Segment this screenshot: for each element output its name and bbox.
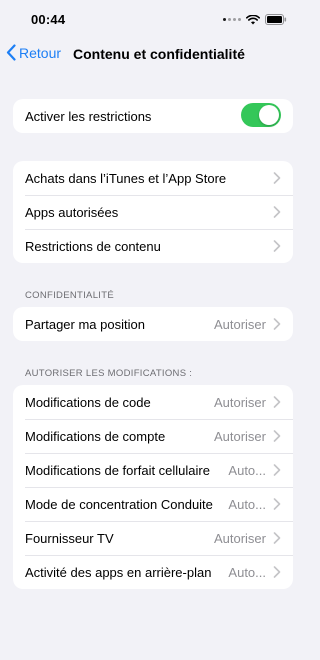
status-time: 00:44 (31, 12, 66, 27)
list-item-label: Partager ma position (25, 316, 145, 332)
navigation-bar: Retour Contenu et confidentialité (0, 38, 305, 70)
chevron-right-icon (273, 206, 281, 218)
chevron-right-icon (273, 172, 281, 184)
list-item-label: Mode de concentration Conduite (25, 496, 213, 512)
privacy-section-header: CONFIDENTIALITÉ (25, 290, 114, 301)
back-button[interactable]: Retour (6, 44, 61, 61)
list-item-passcode-changes[interactable]: Modifications de code Autoriser (13, 385, 293, 419)
signal-dots-icon (223, 18, 241, 21)
chevron-right-icon (273, 464, 281, 476)
privacy-group: Partager ma position Autoriser (13, 307, 293, 341)
chevron-right-icon (273, 396, 281, 408)
list-item-label: Modifications de code (25, 394, 151, 410)
list-item-value: Auto... (228, 496, 266, 512)
list-item-label: Fournisseur TV (25, 530, 114, 546)
list-item-account-changes[interactable]: Modifications de compte Autoriser (13, 419, 293, 453)
toggle-knob (259, 105, 279, 125)
chevron-right-icon (273, 318, 281, 330)
changes-group: Modifications de code Autoriser Modifica… (13, 385, 293, 589)
status-bar: 00:44 (0, 0, 305, 38)
chevron-right-icon (273, 566, 281, 578)
status-icons (223, 14, 287, 25)
restrictions-toggle[interactable] (241, 103, 281, 127)
list-item-label: Apps autorisées (25, 204, 119, 220)
chevron-left-icon (6, 44, 16, 61)
list-item-value: Autoriser (213, 428, 266, 444)
page-title: Contenu et confidentialité (73, 46, 245, 62)
list-item-itunes-purchases[interactable]: Achats dans l’iTunes et l’App Store (13, 161, 293, 195)
list-item-tv-provider[interactable]: Fournisseur TV Autoriser (13, 521, 293, 555)
wifi-icon (246, 14, 260, 24)
restrictions-row: Activer les restrictions (13, 99, 293, 133)
list-item-label: Modifications de forfait cellulaire (25, 462, 210, 478)
screen: 00:44 Retour Contenu et confidentialité (0, 0, 305, 660)
back-label: Retour (19, 44, 62, 61)
list-item-value: Auto... (228, 462, 266, 478)
list-item-label: Activité des apps en arrière-plan (25, 564, 212, 580)
list-item-driving-focus[interactable]: Mode de concentration Conduite Auto... (13, 487, 293, 521)
changes-section-header: AUTORISER LES MODIFICATIONS : (25, 368, 193, 379)
battery-icon (265, 14, 287, 25)
chevron-right-icon (273, 532, 281, 544)
list-item-background-app-activity[interactable]: Activité des apps en arrière-plan Auto..… (13, 555, 293, 589)
list-item-share-location[interactable]: Partager ma position Autoriser (13, 307, 293, 341)
list-item-label: Modifications de compte (25, 428, 166, 444)
list-item-cellular-plan-changes[interactable]: Modifications de forfait cellulaire Auto… (13, 453, 293, 487)
list-item-value: Autoriser (213, 530, 266, 546)
list-item-value: Auto... (228, 564, 266, 580)
chevron-right-icon (273, 430, 281, 442)
chevron-right-icon (273, 240, 281, 252)
restrictions-group: Activer les restrictions (13, 99, 293, 133)
list-item-content-restrictions[interactable]: Restrictions de contenu (13, 229, 293, 263)
list-item-label: Restrictions de contenu (25, 238, 161, 254)
list-item-value: Autoriser (213, 394, 266, 410)
list-item-allowed-apps[interactable]: Apps autorisées (13, 195, 293, 229)
list-item-value: Autoriser (213, 316, 266, 332)
chevron-right-icon (273, 498, 281, 510)
list-item-label: Achats dans l’iTunes et l’App Store (25, 170, 227, 186)
restrictions-label: Activer les restrictions (25, 108, 152, 124)
store-group: Achats dans l’iTunes et l’App Store Apps… (13, 161, 293, 263)
